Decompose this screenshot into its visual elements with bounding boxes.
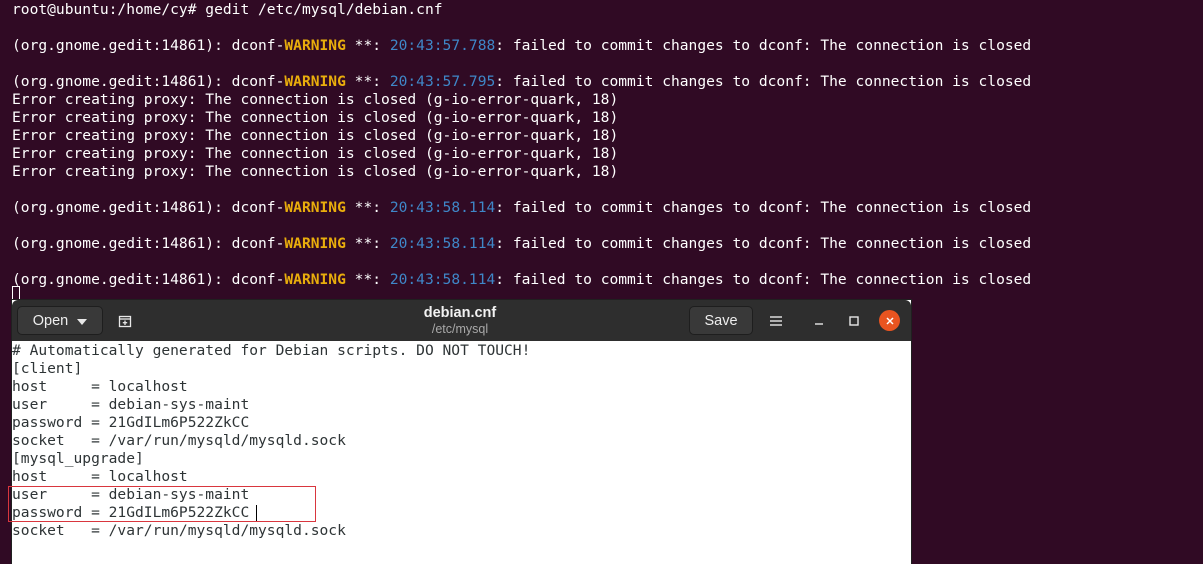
new-document-icon [118, 315, 132, 327]
warning-message: : failed to commit changes to dconf: The… [495, 235, 1032, 252]
warning-label: WARNING [284, 199, 346, 216]
minimize-button[interactable] [807, 306, 831, 335]
warning-timestamp: 20:43:58.114 [389, 235, 496, 252]
warning-label: WARNING [284, 37, 346, 54]
window-title-area: debian.cnf /etc/mysql [342, 304, 578, 337]
terminal-error-line: Error creating proxy: The connection is … [12, 163, 619, 180]
terminal-warning-line: (org.gnome.gedit:14861): dconf-WARNING *… [12, 73, 1031, 91]
terminal-error-line: Error creating proxy: The connection is … [12, 127, 619, 144]
terminal-error-line: Error creating proxy: The connection is … [12, 145, 619, 162]
terminal-command-line: root@ubuntu:/home/cy# gedit /etc/mysql/d… [12, 1, 443, 18]
editor-line: user = debian-sys-maint [12, 486, 250, 503]
warning-timestamp: 20:43:58.114 [389, 271, 496, 288]
editor-line: host = localhost [12, 378, 188, 395]
warning-message: : failed to commit changes to dconf: The… [495, 73, 1032, 90]
warning-prefix: (org.gnome.gedit:14861): dconf- [12, 199, 285, 216]
warning-separator: **: [345, 199, 390, 216]
warning-label: WARNING [284, 271, 346, 288]
maximize-button[interactable] [842, 306, 866, 335]
warning-separator: **: [345, 271, 390, 288]
close-button[interactable] [879, 310, 900, 331]
warning-prefix: (org.gnome.gedit:14861): dconf- [12, 73, 285, 90]
warning-message: : failed to commit changes to dconf: The… [495, 37, 1032, 54]
terminal-warning-line: (org.gnome.gedit:14861): dconf-WARNING *… [12, 199, 1031, 217]
editor-line: # Automatically generated for Debian scr… [12, 342, 531, 359]
window-title: debian.cnf [423, 305, 497, 321]
terminal-warning-line: (org.gnome.gedit:14861): dconf-WARNING *… [12, 37, 1031, 55]
save-button[interactable]: Save [689, 306, 753, 335]
new-tab-button[interactable] [111, 306, 139, 335]
terminal-warning-line: (org.gnome.gedit:14861): dconf-WARNING *… [12, 235, 1031, 253]
warning-prefix: (org.gnome.gedit:14861): dconf- [12, 235, 285, 252]
terminal-error-line: Error creating proxy: The connection is … [12, 109, 619, 126]
editor-line: [mysql_upgrade] [12, 450, 144, 467]
warning-message: : failed to commit changes to dconf: The… [495, 199, 1032, 216]
editor-line: password = 21GdILm6P522ZkCC [12, 414, 250, 431]
terminal-error-line: Error creating proxy: The connection is … [12, 91, 619, 108]
open-button[interactable]: Open [17, 306, 103, 335]
warning-prefix: (org.gnome.gedit:14861): dconf- [12, 271, 285, 288]
editor-line: password = 21GdILm6P522ZkCC [12, 504, 250, 521]
warning-timestamp: 20:43:57.795 [389, 73, 496, 90]
warning-prefix: (org.gnome.gedit:14861): dconf- [12, 37, 285, 54]
maximize-icon [849, 315, 859, 326]
warning-label: WARNING [284, 73, 346, 90]
chevron-down-icon [77, 318, 88, 325]
menu-button[interactable] [763, 306, 789, 335]
warning-message: : failed to commit changes to dconf: The… [495, 271, 1032, 288]
warning-timestamp: 20:43:58.114 [389, 199, 496, 216]
gedit-headerbar: Open debian.cnf /etc/mysql Save [12, 300, 911, 341]
hamburger-menu-icon [770, 315, 782, 326]
text-cursor [256, 505, 257, 522]
editor-line: user = debian-sys-maint [12, 396, 250, 413]
warning-label: WARNING [284, 235, 346, 252]
window-subtitle: /etc/mysql [431, 322, 489, 336]
open-button-label: Open [32, 312, 69, 329]
save-button-label: Save [704, 312, 738, 329]
warning-separator: **: [345, 73, 390, 90]
editor-line: socket = /var/run/mysqld/mysqld.sock [12, 432, 346, 449]
text-editor-area[interactable]: # Automatically generated for Debian scr… [12, 341, 911, 564]
terminal-warning-line: (org.gnome.gedit:14861): dconf-WARNING *… [12, 271, 1031, 289]
gedit-window[interactable]: Open debian.cnf /etc/mysql Save # Automa… [12, 300, 911, 564]
warning-separator: **: [345, 37, 390, 54]
warning-separator: **: [345, 235, 390, 252]
minimize-icon [815, 322, 823, 325]
close-icon [885, 316, 894, 325]
editor-line: host = localhost [12, 468, 188, 485]
warning-timestamp: 20:43:57.788 [389, 37, 496, 54]
editor-line: [client] [12, 360, 83, 377]
editor-line: socket = /var/run/mysqld/mysqld.sock [12, 522, 346, 539]
